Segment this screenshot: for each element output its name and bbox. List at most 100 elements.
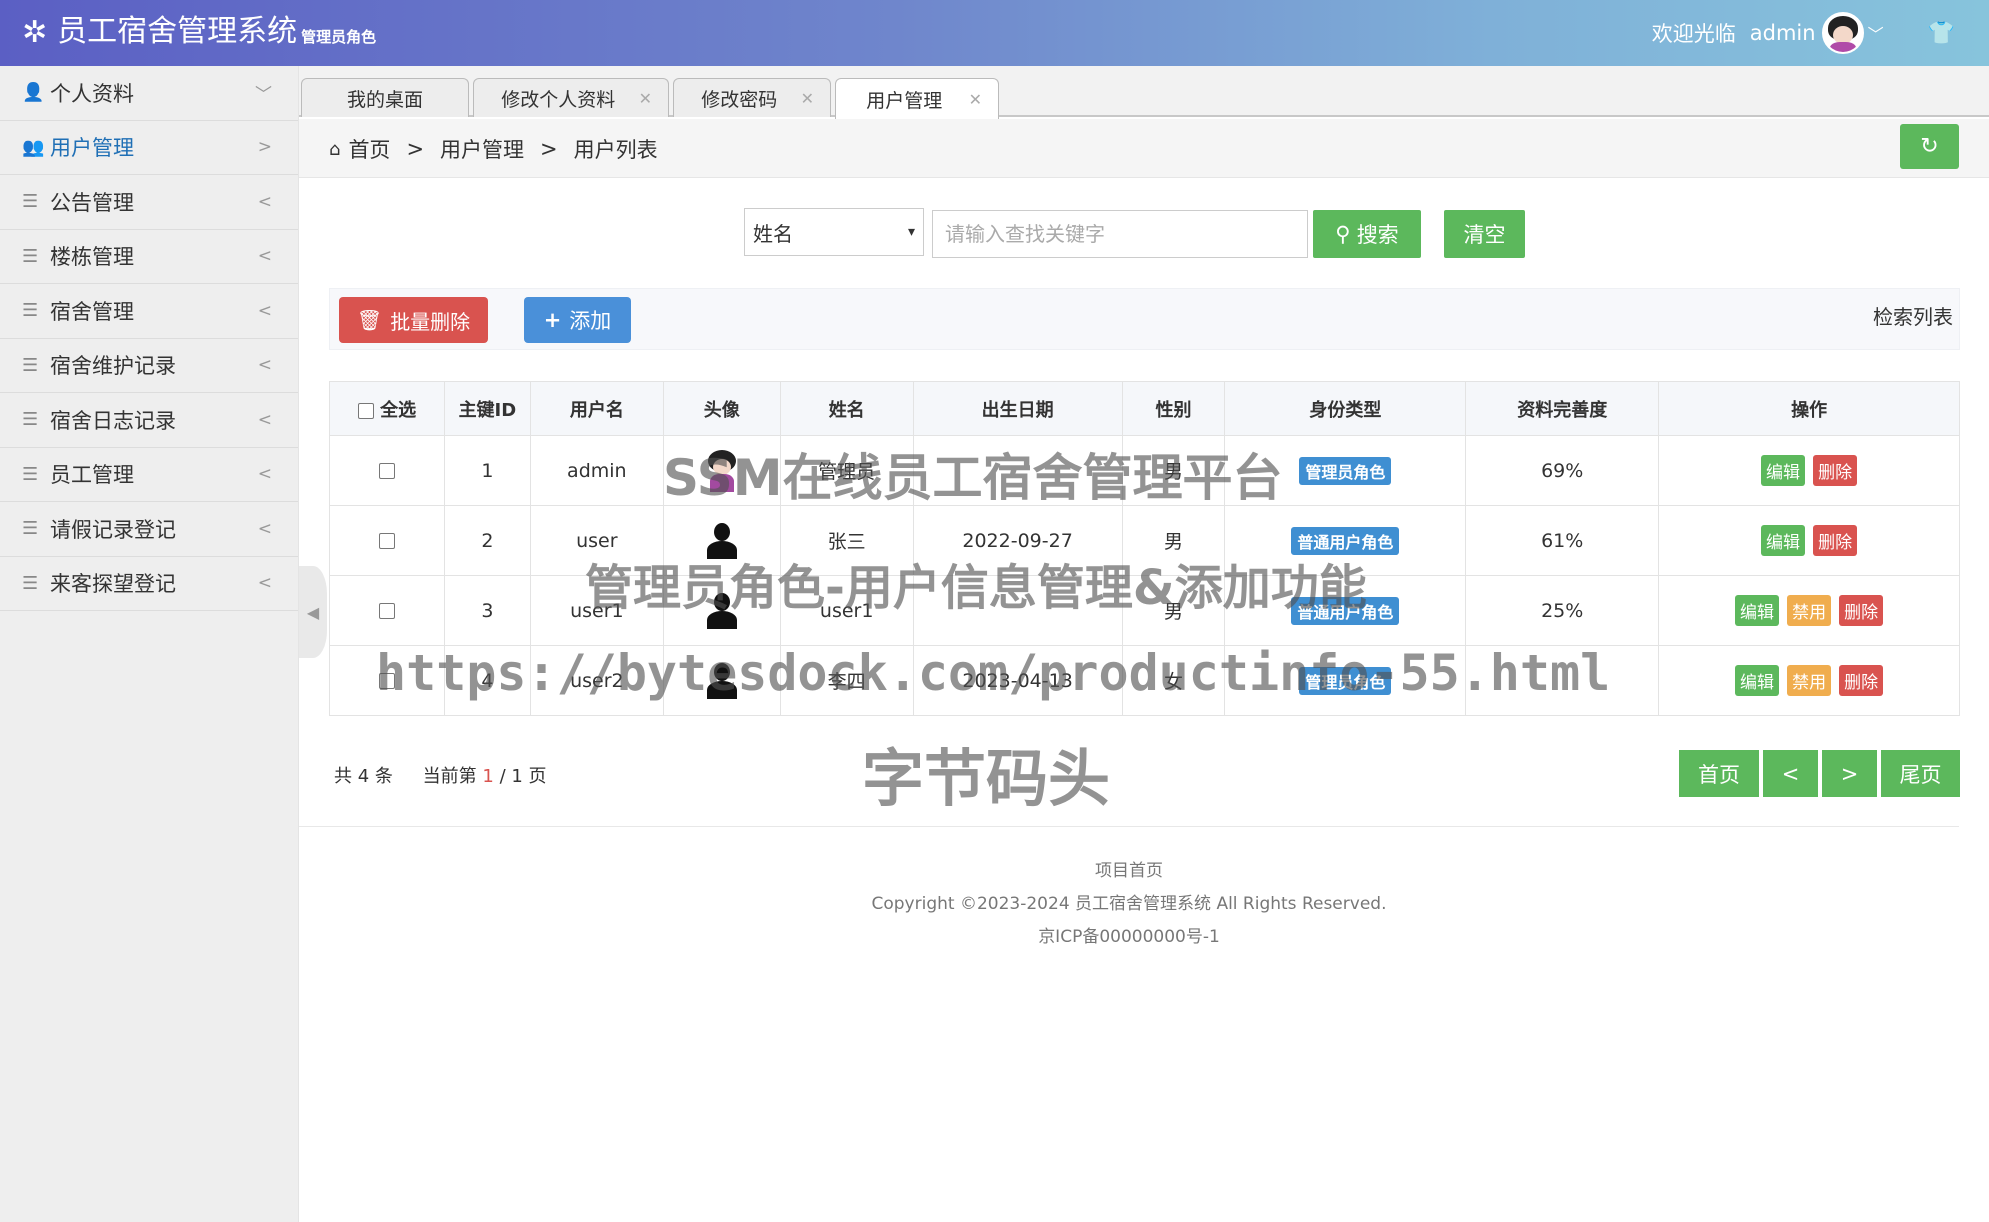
sidebar-item-visitors[interactable]: ☰ 来客探望登记 < [0, 557, 298, 611]
breadcrumb-separator: > [406, 137, 425, 161]
app-title: 员工宿舍管理系统 [57, 14, 298, 49]
disable-button[interactable]: 禁用 [1787, 665, 1832, 696]
user-icon: 👤 [22, 82, 45, 104]
app-logo: ✲ 员工宿舍管理系统 管理员角色 [22, 14, 376, 50]
edit-button[interactable]: 编辑 [1735, 665, 1780, 696]
tab-edit-profile[interactable]: 修改个人资料 ✕ [473, 78, 669, 117]
table-header-row: 全选 主键ID 用户名 头像 姓名 出生日期 性别 身份类型 资料完善度 操作 [329, 381, 1960, 436]
breadcrumb-user-management[interactable]: 用户管理 [440, 134, 524, 164]
breadcrumb: ⌂ 首页 > 用户管理 > 用户列表 [329, 134, 658, 164]
divider [299, 826, 1959, 827]
first-page-button[interactable]: 首页 [1679, 750, 1759, 797]
last-page-button[interactable]: 尾页 [1881, 750, 1960, 797]
prev-page-button[interactable]: < [1763, 750, 1818, 797]
footer: 项目首页 Copyright ©2023-2024 员工宿舍管理系统 All R… [299, 855, 1959, 954]
header-gender: 性别 [1121, 381, 1226, 436]
clear-button[interactable]: 清空 [1444, 210, 1525, 258]
row-checkbox[interactable] [378, 603, 395, 619]
menu-icon: ☰ [22, 572, 39, 594]
breadcrumb-home[interactable]: 首页 [348, 134, 390, 164]
menu-icon: ☰ [22, 300, 39, 322]
avatar[interactable] [1821, 12, 1864, 54]
sidebar-item-label: 宿舍日志记录 [50, 408, 176, 433]
close-icon[interactable]: ✕ [969, 90, 982, 109]
sidebar-item-logs[interactable]: ☰ 宿舍日志记录 < [0, 393, 298, 448]
sidebar-item-leave[interactable]: ☰ 请假记录登记 < [0, 502, 298, 557]
sidebar-item-buildings[interactable]: ☰ 楼栋管理 < [0, 230, 298, 284]
table-toolbar: 🗑 批量删除 + 添加 检索列表 [329, 288, 1960, 350]
top-header: ✲ 员工宿舍管理系统 管理员角色 欢迎光临 admin ﹀ 👕 [0, 0, 1989, 66]
row-checkbox[interactable] [378, 463, 395, 479]
tab-label: 修改个人资料 [501, 88, 616, 111]
edit-button[interactable]: 编辑 [1761, 525, 1806, 556]
chevron-left-icon: < [257, 409, 272, 430]
tab-label: 用户管理 [866, 89, 943, 112]
sidebar-item-notices[interactable]: ☰ 公告管理 < [0, 175, 298, 230]
sidebar-item-label: 宿舍管理 [50, 299, 134, 324]
search-button[interactable]: ⚲ 搜索 [1313, 210, 1421, 258]
sidebar-item-dorms[interactable]: ☰ 宿舍管理 < [0, 284, 298, 339]
chevron-left-icon: < [257, 300, 272, 321]
close-icon[interactable]: ✕ [639, 89, 652, 108]
add-button[interactable]: + 添加 [524, 297, 631, 343]
tab-change-password[interactable]: 修改密码 ✕ [673, 78, 831, 117]
sidebar-item-maintenance[interactable]: ☰ 宿舍维护记录 < [0, 339, 298, 393]
watermark-line: 管理员角色-用户信息管理&添加功能 [585, 560, 1367, 616]
add-label: 添加 [569, 309, 612, 333]
tab-user-management[interactable]: 用户管理 ✕ [835, 78, 999, 119]
tab-desktop[interactable]: 我的桌面 [301, 78, 469, 117]
delete-button[interactable]: 删除 [1813, 525, 1858, 556]
batch-delete-label: 批量删除 [390, 309, 471, 334]
sidebar-collapse-handle[interactable]: ◀ [299, 566, 327, 658]
chevron-left-icon: < [257, 355, 272, 376]
breadcrumb-separator: > [540, 137, 558, 161]
shirt-icon[interactable]: 👕 [1928, 21, 1955, 46]
edit-button[interactable]: 编辑 [1761, 455, 1806, 486]
page-info: 共 4 条 当前第 1 / 1 页 [334, 762, 547, 788]
gear-icon: ✲ [22, 15, 48, 50]
header-avatar: 头像 [662, 381, 781, 436]
header-select-all[interactable]: 全选 [329, 381, 445, 436]
select-all-checkbox[interactable] [357, 402, 374, 419]
pager: 首页 < > 尾页 [1675, 750, 1960, 797]
header-birth: 出生日期 [912, 381, 1123, 436]
sidebar-item-users[interactable]: 👥 用户管理 > [0, 121, 298, 175]
chevron-down-icon[interactable]: ﹀ [1868, 21, 1884, 45]
delete-button[interactable]: 删除 [1839, 665, 1884, 696]
refresh-button[interactable]: ↻ [1900, 124, 1959, 169]
refresh-icon: ↻ [1920, 134, 1939, 159]
cell-complete: 69% [1465, 435, 1660, 506]
search-input[interactable] [932, 210, 1308, 258]
delete-button[interactable]: 删除 [1813, 455, 1858, 486]
sidebar-item-label: 来客探望登记 [50, 572, 176, 597]
sidebar-item-employees[interactable]: ☰ 员工管理 < [0, 448, 298, 502]
next-page-button[interactable]: > [1822, 750, 1877, 797]
tab-label: 修改密码 [701, 88, 778, 111]
header-actions: 操作 [1658, 381, 1960, 436]
user-name[interactable]: admin [1750, 21, 1816, 45]
delete-button[interactable]: 删除 [1839, 595, 1884, 626]
close-icon[interactable]: ✕ [801, 89, 814, 108]
chevron-left-icon: < [257, 191, 272, 212]
row-checkbox[interactable] [378, 533, 395, 549]
home-icon: ⌂ [329, 138, 341, 160]
sidebar-item-label: 楼栋管理 [50, 245, 134, 270]
search-field-select[interactable]: 姓名 ▾ [744, 208, 924, 256]
cell-id: 1 [443, 435, 531, 506]
edit-button[interactable]: 编辑 [1735, 595, 1780, 626]
chevron-left-icon: < [257, 573, 272, 594]
footer-icp: 京ICP备00000000号-1 [1038, 927, 1220, 947]
sidebar-item-label: 个人资料 [50, 81, 134, 106]
search-field-value: 姓名 [753, 221, 793, 246]
footer-home-link[interactable]: 项目首页 [299, 855, 1959, 888]
header-type: 身份类型 [1224, 381, 1467, 436]
batch-delete-button[interactable]: 🗑 批量删除 [339, 297, 488, 343]
footer-copyright: Copyright ©2023-2024 员工宿舍管理系统 All Rights… [871, 894, 1387, 914]
sidebar-item-profile[interactable]: 👤 个人资料 ﹀ [0, 66, 298, 121]
disable-button[interactable]: 禁用 [1787, 595, 1832, 626]
cell-id: 2 [443, 505, 531, 576]
cell-complete: 61% [1465, 505, 1660, 576]
total-suffix: 条 [374, 766, 393, 787]
chevron-down-icon: ▾ [907, 224, 915, 240]
header-username: 用户名 [529, 381, 664, 436]
